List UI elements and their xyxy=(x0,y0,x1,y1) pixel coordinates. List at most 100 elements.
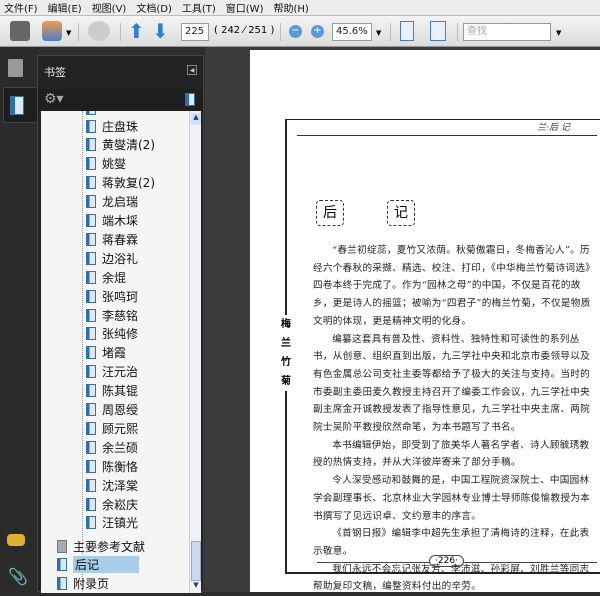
title-char-box: 后 xyxy=(316,200,344,226)
bookmark-item[interactable]: 后记 xyxy=(57,556,140,574)
zoom-in-icon[interactable]: + xyxy=(311,25,324,38)
bookmark-icon xyxy=(86,365,96,379)
bookmark-item[interactable]: 汪镇光 xyxy=(86,514,138,532)
comment-disabled-icon xyxy=(88,21,110,41)
bookmark-item[interactable]: 龙启瑞 xyxy=(86,193,138,211)
bookmark-label: 庄盘珠 xyxy=(102,119,139,134)
options-gear-icon[interactable]: ⚙▾ xyxy=(44,91,64,107)
bookmark-label: 余崧庆 xyxy=(102,497,139,512)
scroll-up-button[interactable]: ▲ xyxy=(191,113,201,125)
bookmark-item[interactable]: 余兰硕 xyxy=(86,438,138,456)
bookmark-item[interactable]: 李慈铭 xyxy=(86,306,138,324)
bookmark-icon xyxy=(10,96,24,115)
bookmark-item[interactable]: 张纯修 xyxy=(86,325,138,343)
bookmark-label: 陈其锟 xyxy=(102,384,139,399)
bookmark-label: 陈衡恪 xyxy=(102,459,139,474)
side-char: 竹 xyxy=(281,357,291,368)
chevron-down-icon[interactable]: ▼ xyxy=(66,29,71,37)
bookmark-icon xyxy=(86,214,96,227)
bookmark-label: 主要参考文献 xyxy=(73,539,146,554)
bookmark-item[interactable]: 堵霞 xyxy=(86,344,126,362)
attachment-icon[interactable]: 📎 xyxy=(8,567,28,586)
bookmark-icon xyxy=(86,497,96,511)
bookmarks-tab[interactable] xyxy=(3,87,37,123)
bookmark-item[interactable]: 余焜 xyxy=(86,268,126,286)
bookmark-item[interactable]: 陈其锟 xyxy=(86,382,138,400)
menu-document[interactable]: 文档(D) xyxy=(136,0,172,15)
bookmark-label: 黄燮清(2) xyxy=(102,138,155,153)
bookmark-item[interactable]: 蒋敦复(2) xyxy=(86,174,155,192)
paragraph: 编纂这套具有普及性、资料性、独特性和可读性的系列丛书，从创意、组织直到出版，九三… xyxy=(313,333,591,434)
next-page-icon[interactable]: ⬇ xyxy=(152,19,169,43)
menu-view[interactable]: 视图(V) xyxy=(92,0,127,15)
previous-page-icon[interactable]: ⬆ xyxy=(128,19,145,43)
title-char-box: 记 xyxy=(387,200,415,226)
side-ornament: 梅兰竹菊 xyxy=(277,315,295,391)
collaborate-icon[interactable] xyxy=(42,21,62,41)
scrollbar[interactable]: ▲ ▼ xyxy=(189,111,201,593)
bookmark-item[interactable]: 姚燮 xyxy=(86,155,126,173)
bookmark-label: 张纯修 xyxy=(102,327,139,342)
bookmark-item[interactable]: 沈泽棠 xyxy=(86,476,138,494)
bookmark-item[interactable]: 余崧庆 xyxy=(86,495,138,513)
separator xyxy=(120,23,121,41)
menu-help[interactable]: 帮助(H) xyxy=(273,0,308,15)
bookmark-label: 汪镇光 xyxy=(102,516,139,531)
menu-tools[interactable]: 工具(T) xyxy=(182,0,216,15)
bookmark-label: 张鸣珂 xyxy=(102,289,139,304)
scroll-down-button[interactable]: ▼ xyxy=(191,581,201,593)
bookmark-item[interactable]: 黄燮清(2) xyxy=(86,136,155,154)
zoom-input[interactable]: 45.6% xyxy=(332,23,372,41)
fit-width-icon[interactable] xyxy=(400,21,414,41)
bookmark-item[interactable]: 周恩绶 xyxy=(86,401,138,419)
bookmark-label: 李慈铭 xyxy=(102,308,139,323)
page-count: ( 242 ⁄ 251 ) xyxy=(214,25,275,36)
bookmark-item[interactable]: 庄盘珠 xyxy=(86,117,138,135)
navigation-pane: 📎 xyxy=(0,47,37,592)
search-input[interactable]: 查找 xyxy=(463,23,551,41)
toolbar: ▼ ⬆ ⬇ 225 ( 242 ⁄ 251 ) − + 45.6% ▼ 查找 ▼ xyxy=(0,15,600,47)
chevron-down-icon[interactable]: ▼ xyxy=(376,29,381,37)
bookmark-icon xyxy=(86,403,96,416)
side-char: 梅 xyxy=(281,319,291,330)
zoom-out-icon[interactable]: − xyxy=(289,25,302,38)
bookmark-label: 姚燮 xyxy=(102,157,127,172)
bookmark-label: 周恩绶 xyxy=(102,403,139,417)
bookmark-icon xyxy=(86,138,96,152)
bookmark-item[interactable]: 汪元治 xyxy=(86,363,138,381)
bookmark-item[interactable]: 主要参考文献 xyxy=(57,537,145,555)
menu-window[interactable]: 窗口(W) xyxy=(226,0,264,15)
bookmarks-panel: 书签 ◀ ⚙▾ ▲ ▼ 庄盘珠 黄燮清(2) 姚燮 蒋敦复(2) 龙启瑞 端木埰 蒋春霖 边浴… xyxy=(37,55,204,593)
bookmark-item[interactable]: 张鸣珂 xyxy=(86,287,138,305)
bookmark-icon xyxy=(86,421,96,435)
bookmark-item[interactable]: 边浴礼 xyxy=(86,249,138,267)
bookmark-label: 边浴礼 xyxy=(102,251,139,266)
menu-file[interactable]: 文件(F) xyxy=(4,0,38,15)
bookmark-item[interactable]: 蒋春霖 xyxy=(86,230,138,248)
paragraph: 《首钢日报》编辑李中超先生承担了清梅诗的注释，在此表示敬意。 xyxy=(313,528,590,557)
bookmark-item[interactable]: 附录页 xyxy=(57,575,109,593)
side-char: 兰 xyxy=(281,338,291,349)
bookmark-item[interactable]: 端木埰 xyxy=(86,212,138,230)
separator xyxy=(78,23,79,41)
bookmark-item[interactable]: 陈衡恪 xyxy=(86,457,138,475)
expand-bookmark-icon[interactable] xyxy=(185,93,195,106)
collapse-panel-button[interactable]: ◀ xyxy=(187,65,197,75)
comments-icon[interactable] xyxy=(7,534,25,546)
bookmark-item[interactable]: 顾元熙 xyxy=(86,419,138,437)
bookmark-label: 顾元熙 xyxy=(102,421,139,436)
separator xyxy=(457,23,458,41)
bookmark-icon xyxy=(57,558,67,572)
page-number-input[interactable]: 225 xyxy=(181,23,209,41)
bookmark-icon xyxy=(86,478,96,492)
bookmark-icon xyxy=(86,111,96,115)
fit-page-icon[interactable] xyxy=(430,21,446,41)
pages-icon[interactable] xyxy=(8,59,23,77)
document-body: “春兰初绽蕊，夏竹又浓荫。秋菊傲霜日，冬梅香沁人”。历经六个春秋的采撷、精选、校… xyxy=(313,242,598,596)
menu-edit[interactable]: 编辑(E) xyxy=(48,0,82,15)
chevron-down-icon[interactable]: ▼ xyxy=(556,29,561,37)
bookmark-icon xyxy=(86,157,96,171)
print-icon[interactable] xyxy=(10,21,30,41)
scroll-thumb[interactable] xyxy=(191,541,201,581)
bookmark-icon xyxy=(86,119,96,133)
